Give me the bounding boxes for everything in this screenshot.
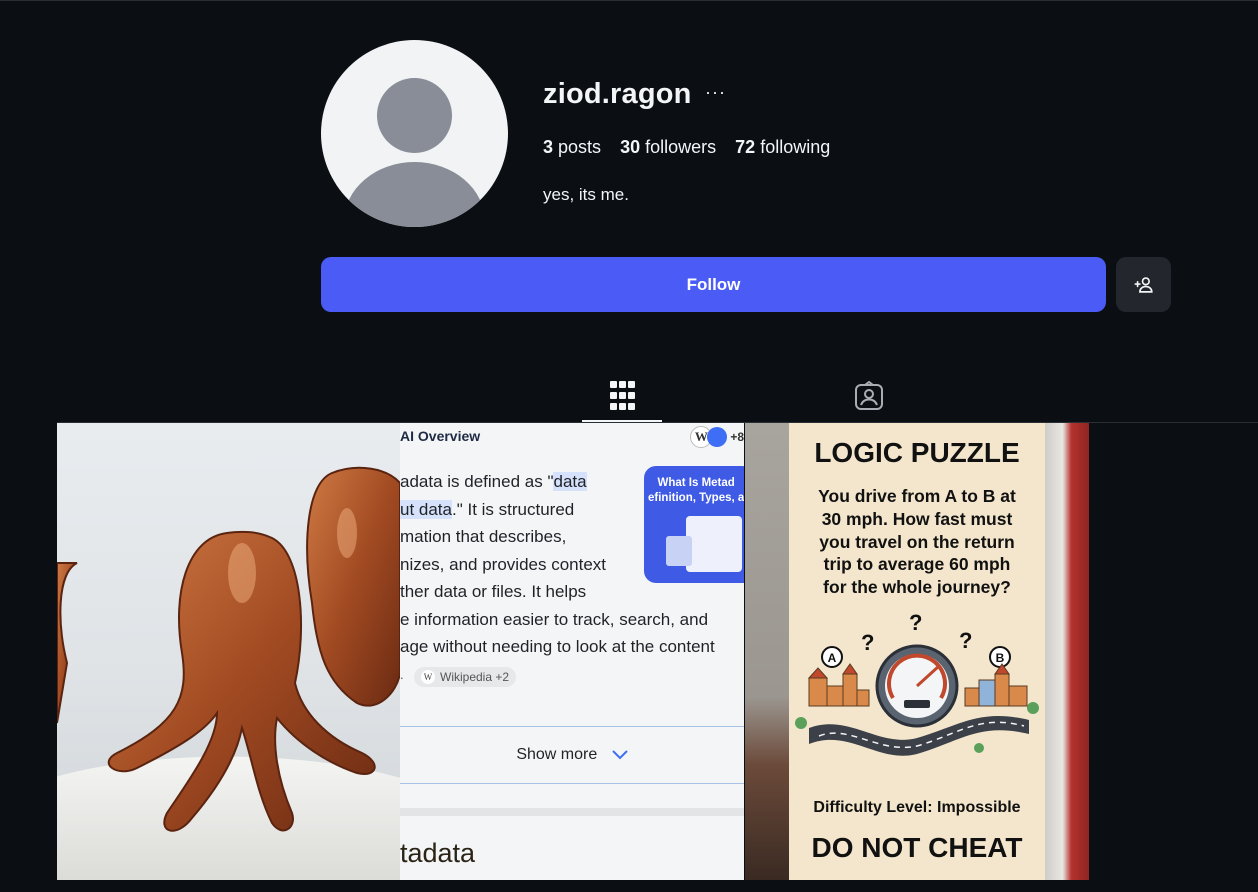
- background-wall: [1045, 423, 1089, 880]
- ai-overview-title: AI Overview: [400, 428, 481, 444]
- tab-posts[interactable]: [582, 370, 662, 422]
- post-tile-2[interactable]: AI Overview W +8 adata is defined as "da…: [400, 423, 744, 880]
- top-border: [0, 0, 1258, 1]
- difficulty-level: Difficulty Level: Impossible: [813, 799, 1021, 816]
- document-illustration: [686, 516, 742, 572]
- puzzle-poster: LOGIC PUZZLE You drive from A to B at 30…: [789, 423, 1045, 880]
- add-user-icon: [1133, 276, 1153, 293]
- following-stat[interactable]: 72 following: [735, 137, 830, 158]
- post-tile-3[interactable]: LOGIC PUZZLE You drive from A to B at 30…: [745, 423, 1089, 880]
- warning-text: DO NOT CHEAT: [811, 832, 1023, 863]
- right-town: [964, 663, 1028, 707]
- tab-tagged[interactable]: [829, 370, 909, 422]
- post-tile-1[interactable]: [57, 423, 400, 880]
- left-town: [807, 663, 870, 707]
- wikipedia-icon: W: [421, 670, 435, 684]
- background-wall: [745, 423, 789, 880]
- show-more: Show more: [400, 746, 744, 764]
- sources-badge: W +8: [690, 426, 744, 448]
- svg-text:?: ?: [909, 610, 922, 635]
- puzzle-question: You drive from A to B at 30 mph. How fas…: [818, 486, 1016, 598]
- user-tag-icon: [855, 381, 883, 410]
- divider: [400, 783, 744, 784]
- posts-stat: 3 posts: [543, 137, 602, 157]
- chevron-down-icon: [611, 750, 628, 760]
- follow-button[interactable]: Follow: [321, 257, 1106, 312]
- grid-icon: [609, 380, 635, 410]
- metadata-thumbnail: What Is Metad efinition, Types, a: [644, 466, 744, 583]
- metadata-heading: tadata: [400, 838, 476, 868]
- profile-avatar: [321, 40, 508, 227]
- section-band: [400, 808, 744, 816]
- svg-text:?: ?: [861, 630, 874, 655]
- profile-stats: 3 posts 30 followers 72 following: [543, 137, 830, 158]
- calendar-illustration: [666, 536, 692, 566]
- puzzle-title: LOGIC PUZZLE: [814, 437, 1020, 468]
- avatar-head: [377, 78, 452, 153]
- speedometer-road-illustration: ? ? ? A B: [795, 610, 1039, 756]
- followers-stat[interactable]: 30 followers: [620, 137, 716, 158]
- sausage-octopus-photo: [57, 466, 400, 880]
- profile-bio: yes, its me.: [543, 185, 629, 204]
- source-chip: W Wikipedia +2: [414, 667, 517, 687]
- svg-text:B: B: [996, 651, 1005, 665]
- more-options-icon[interactable]: ···: [705, 82, 726, 103]
- username: ziod.ragon: [543, 78, 692, 110]
- svg-text:A: A: [828, 651, 837, 665]
- svg-text:?: ?: [959, 628, 972, 653]
- avatar-body: [344, 162, 485, 227]
- add-friend-button[interactable]: [1116, 257, 1171, 312]
- divider: [400, 726, 744, 727]
- source-icon: [707, 427, 728, 447]
